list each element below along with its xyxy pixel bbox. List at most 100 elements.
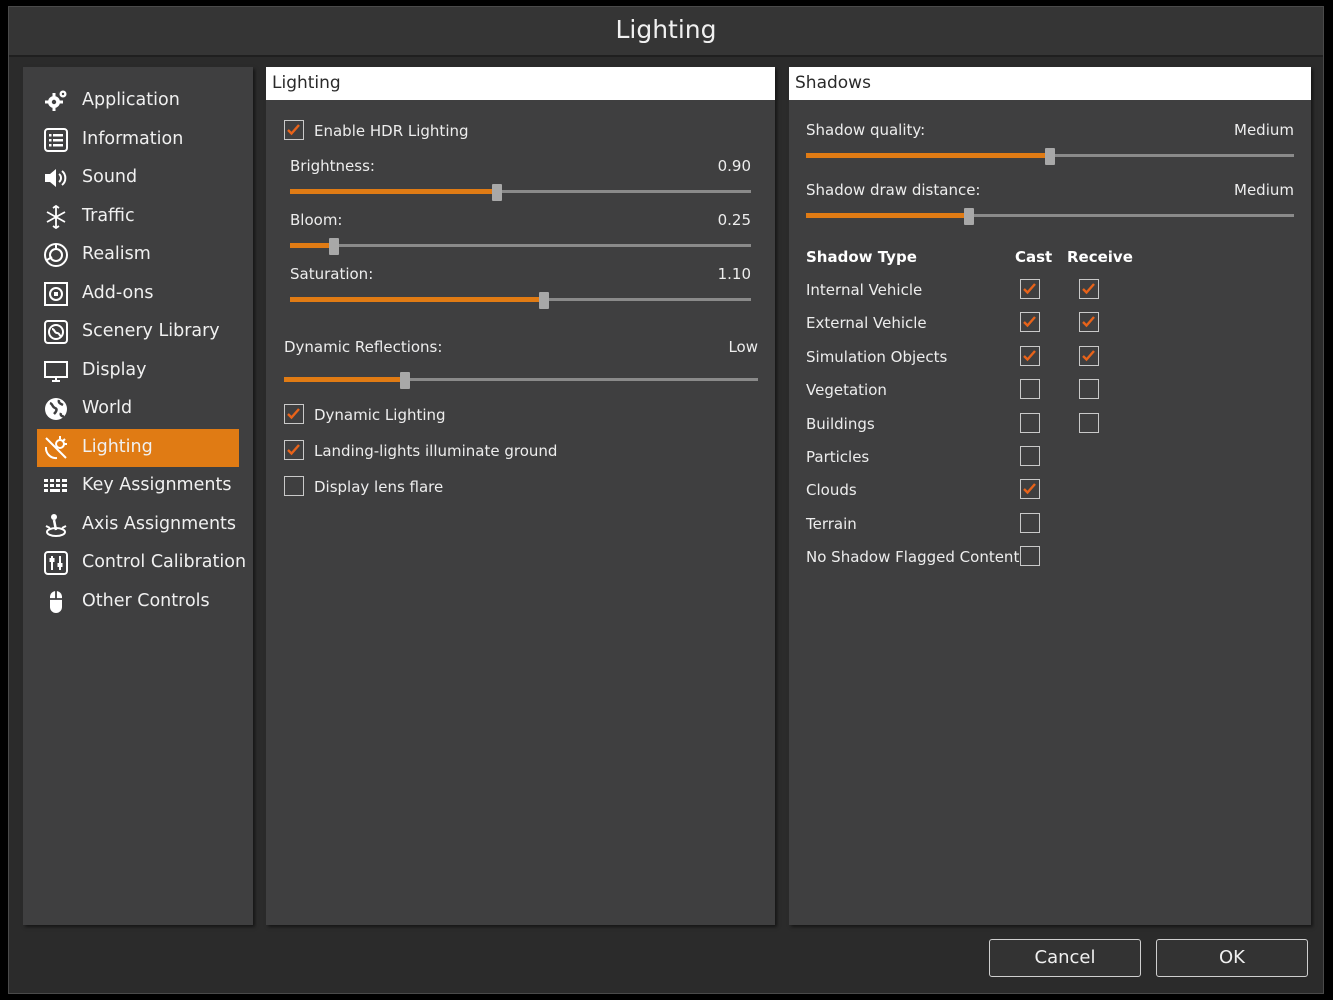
addons-icon [43, 281, 69, 307]
sidebar-item-label: Traffic [82, 205, 135, 226]
lens-flare-checkbox[interactable] [284, 476, 304, 496]
sidebar-item-label: Information [82, 128, 184, 149]
sidebar-item-sound[interactable]: Sound [37, 159, 239, 197]
shadow-row-no-shadow-flagged-content-label: No Shadow Flagged Content [806, 548, 1020, 567]
dynamic-reflections-slider[interactable] [284, 372, 758, 389]
receive-header: Receive [1067, 248, 1133, 266]
shadow-row-vegetation-cast-checkbox[interactable] [1020, 379, 1040, 400]
cancel-button[interactable]: Cancel [989, 939, 1141, 977]
shadow-quality-slider-thumb[interactable] [1045, 148, 1055, 165]
checkmark-icon [287, 444, 300, 456]
sidebar-item-information[interactable]: Information [37, 121, 239, 159]
shadow-row-internal-vehicle-label: Internal Vehicle [806, 281, 923, 299]
bloom-label: Bloom: [290, 211, 343, 229]
shadow-row-buildings-cast-checkbox[interactable] [1020, 412, 1040, 433]
shadow-quality-value: Medium [1234, 121, 1294, 139]
dynamic-lighting-checkbox[interactable] [284, 404, 304, 424]
shadow-row-vegetation-label: Vegetation [806, 381, 887, 400]
saturation-slider[interactable] [290, 292, 751, 309]
sidebar-item-control-calibration[interactable]: Control Calibration [37, 544, 246, 582]
dynamic-reflections-label: Dynamic Reflections: [284, 338, 443, 356]
enable-hdr-checkbox[interactable] [284, 120, 304, 140]
brightness-slider-thumb[interactable] [492, 184, 503, 201]
shadow-draw-distance-slider[interactable] [806, 208, 1294, 225]
shadow-row-no-shadow-flagged-content-cast-checkbox[interactable] [1020, 546, 1040, 567]
sidebar-item-key-assignments[interactable]: Key Assignments [37, 467, 239, 505]
lighting-icon [43, 435, 69, 461]
settings-window: Lighting Application Information Sound Traf… [8, 6, 1324, 994]
shadow-row-external-vehicle-label: External Vehicle [806, 314, 927, 333]
window-title: Lighting [615, 15, 717, 44]
checkmark-icon [1023, 316, 1036, 328]
sidebar-item-label: Application [82, 90, 180, 110]
cast-header: Cast [1015, 248, 1053, 266]
shadow-row-external-vehicle-receive-checkbox[interactable] [1079, 312, 1099, 333]
ok-button[interactable]: OK [1156, 939, 1308, 977]
checkmark-icon [1023, 483, 1036, 495]
shadows-panel: Shadows Shadow quality: Medium Shadow dr… [789, 67, 1311, 925]
sidebar-item-application[interactable]: Application [37, 82, 239, 120]
shadow-row-terrain-cast-checkbox[interactable] [1020, 512, 1040, 533]
sidebar-item-display[interactable]: Display [37, 352, 239, 390]
shadow-row-terrain-label: Terrain [806, 514, 857, 533]
shadow-row-internal-vehicle-cast-checkbox[interactable] [1020, 279, 1040, 299]
shadow-quality-slider[interactable] [806, 148, 1294, 165]
monitor-icon [43, 358, 69, 384]
shadow-row-simulation-objects-cast-checkbox[interactable] [1020, 345, 1040, 366]
shadow-draw-distance-slider-thumb[interactable] [964, 208, 975, 225]
shadow-row-external-vehicle-cast-checkbox[interactable] [1020, 312, 1040, 333]
sidebar-item-label: Axis Assignments [82, 513, 237, 534]
sidebar-item-scenery-library[interactable]: Scenery Library [37, 313, 239, 351]
shadow-row-clouds-cast-checkbox[interactable] [1020, 479, 1040, 500]
sidebar-item-world[interactable]: World [37, 390, 239, 428]
shadows-panel-header: Shadows [789, 67, 1311, 100]
shadow-row-simulation-objects-label: Simulation Objects [806, 347, 948, 366]
sidebar-item-other-controls[interactable]: Other Controls [37, 583, 239, 621]
shadow-quality-label: Shadow quality: [806, 121, 926, 139]
sidebar-item-label: World [82, 398, 133, 418]
saturation-slider-thumb[interactable] [538, 292, 549, 309]
sidebar-item-traffic[interactable]: Traffic [37, 198, 239, 236]
landing-lights-label: Landing-lights illuminate ground [314, 442, 558, 460]
shadow-row-clouds-label: Clouds [806, 481, 857, 500]
sidebar-item-add-ons[interactable]: Add-ons [37, 275, 239, 313]
shadow-row-buildings-label: Buildings [806, 414, 875, 433]
shadow-row-buildings-receive-checkbox[interactable] [1079, 412, 1099, 433]
speaker-icon [43, 165, 69, 191]
shadow-row-particles-cast-checkbox[interactable] [1020, 446, 1040, 466]
enable-hdr-label: Enable HDR Lighting [314, 122, 469, 140]
sidebar-item-label: Lighting [82, 436, 153, 457]
brightness-label: Brightness: [290, 157, 375, 175]
bloom-slider-thumb[interactable] [328, 238, 339, 255]
landing-lights-checkbox[interactable] [284, 440, 304, 460]
calibration-icon [43, 550, 69, 576]
brightness-slider[interactable] [290, 184, 751, 201]
checkmark-icon [1023, 350, 1036, 362]
lens-flare-label: Display lens flare [314, 478, 444, 496]
lighting-panel-header: Lighting [266, 67, 775, 100]
keyboard-icon [43, 473, 69, 499]
sidebar-item-label: Sound [82, 167, 138, 187]
sidebar-item-axis-assignments[interactable]: Axis Assignments [37, 506, 239, 544]
sidebar: Application Information Sound Traffic Realis… [23, 67, 253, 925]
sidebar-item-realism[interactable]: Realism [37, 236, 239, 274]
mouse-icon [43, 589, 69, 615]
brightness-value: 0.90 [717, 157, 751, 175]
traffic-icon [43, 204, 69, 230]
scenery-icon [43, 319, 69, 345]
lighting-panel: Lighting Enable HDR Lighting Brightness:… [266, 67, 775, 925]
sidebar-item-lighting[interactable]: Lighting [37, 428, 239, 467]
shadow-row-vegetation-receive-checkbox[interactable] [1079, 379, 1099, 400]
shadow-draw-distance-value: Medium [1234, 181, 1294, 199]
realism-icon [43, 242, 69, 268]
sidebar-item-label: Control Calibration [82, 552, 247, 572]
dynamic-reflections-value: Low [728, 338, 758, 356]
list-icon [43, 127, 69, 153]
checkmark-icon [1082, 316, 1095, 328]
shadow-row-simulation-objects-receive-checkbox[interactable] [1079, 345, 1099, 366]
shadow-type-header: Shadow Type [806, 248, 917, 266]
shadow-row-internal-vehicle-receive-checkbox[interactable] [1079, 279, 1099, 299]
saturation-value: 1.10 [717, 265, 751, 283]
bloom-slider[interactable] [290, 238, 751, 255]
dynamic-reflections-slider-thumb[interactable] [399, 372, 410, 389]
